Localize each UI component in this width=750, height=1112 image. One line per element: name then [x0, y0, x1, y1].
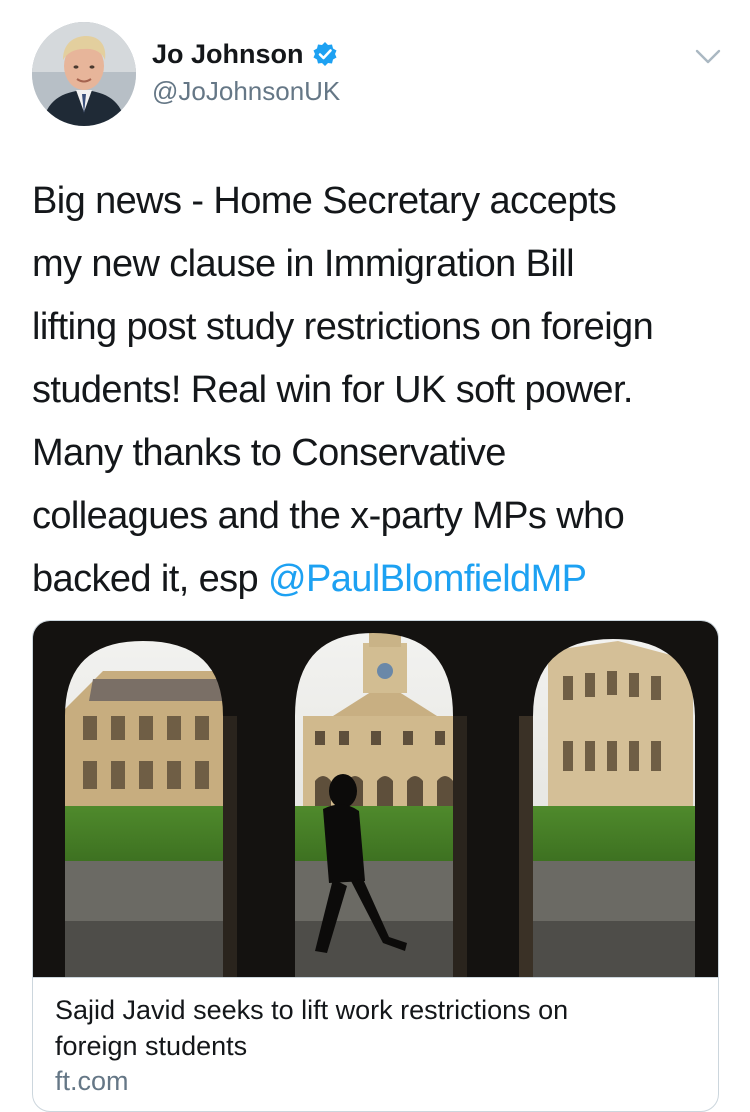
card-title-line: foreign students	[55, 1031, 248, 1061]
mention-link[interactable]: @PaulBlomfieldMP	[268, 558, 587, 600]
tweet-text-line: students! Real win for UK soft power.	[32, 369, 633, 411]
tweet-text-line: Big news - Home Secretary accepts	[32, 180, 617, 222]
card-title-line: Sajid Javid seeks to lift work restricti…	[55, 995, 569, 1025]
card-image[interactable]	[33, 621, 718, 977]
tweet-text-line: Many thanks to Conservative	[32, 432, 506, 474]
tweet-text-line: colleagues and the x-party MPs who	[32, 495, 625, 537]
tweet: Jo Johnson @JoJohnsonUK Big news - Home …	[0, 0, 750, 1112]
author-name-row: Jo Johnson	[152, 36, 338, 72]
author-name[interactable]: Jo Johnson	[152, 39, 304, 70]
tweet-text-line: my new clause in Immigration Bill	[32, 243, 575, 285]
tweet-text-line: lifting post study restrictions on forei…	[32, 306, 654, 348]
chevron-down-icon[interactable]	[690, 44, 726, 70]
link-card[interactable]: Sajid Javid seeks to lift work restricti…	[32, 620, 719, 1112]
tweet-text-last-line: backed it, esp @PaulBlomfieldMP	[32, 548, 732, 611]
tweet-text-segment: backed it, esp	[32, 558, 269, 600]
verified-badge-icon	[312, 41, 338, 67]
card-title[interactable]: Sajid Javid seeks to lift work restricti…	[55, 992, 695, 1064]
card-domain: ft.com	[55, 1066, 129, 1096]
tweet-text: Big news - Home Secretary accepts my new…	[32, 170, 732, 611]
author-handle[interactable]: @JoJohnsonUK	[152, 76, 340, 107]
avatar[interactable]	[32, 22, 136, 126]
card-body[interactable]: Sajid Javid seeks to lift work restricti…	[33, 977, 718, 1111]
